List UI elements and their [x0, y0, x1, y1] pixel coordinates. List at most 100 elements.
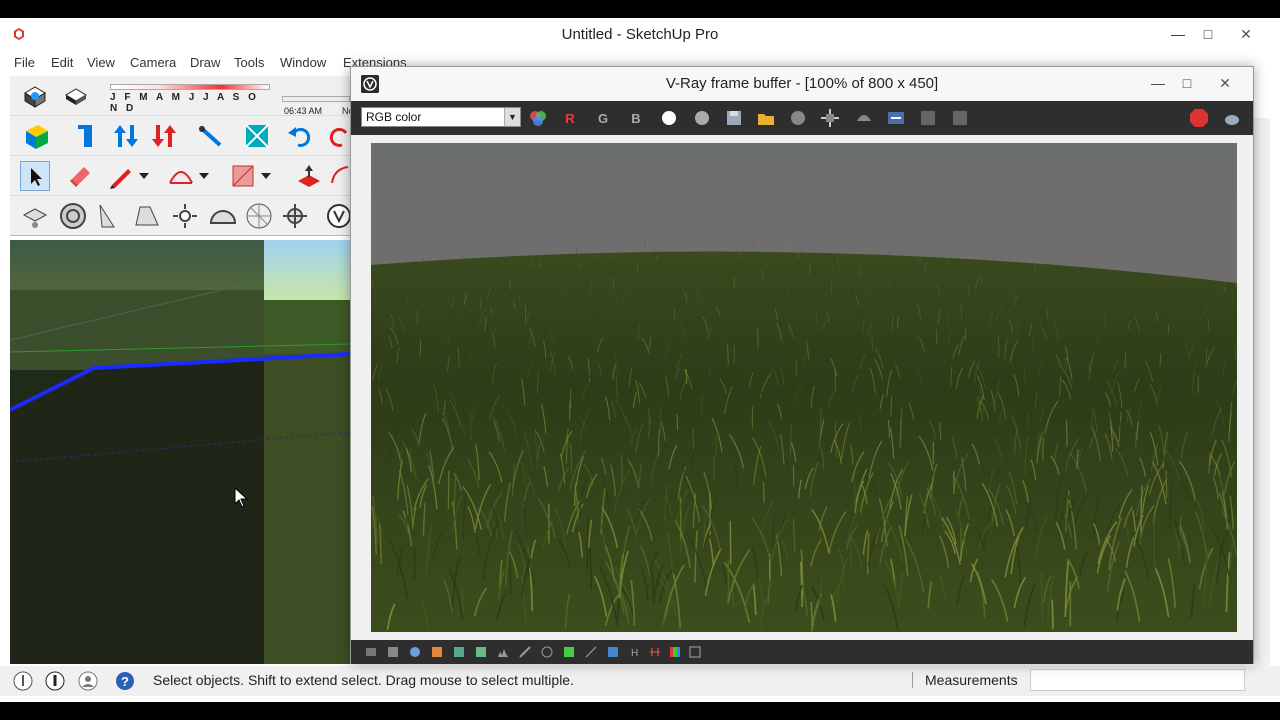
- help-icon[interactable]: ?: [114, 670, 136, 692]
- red-channel-button[interactable]: R: [559, 107, 581, 129]
- flip-red-icon[interactable]: [150, 121, 180, 151]
- menu-file[interactable]: File: [14, 55, 35, 70]
- arrow-cursor-icon: [31, 168, 42, 186]
- grass-blade: [1165, 470, 1168, 498]
- grass-blade: [583, 426, 586, 449]
- close-icon[interactable]: ✕: [1232, 22, 1260, 46]
- sketchup-viewport[interactable]: [10, 240, 350, 664]
- color-picker-icon[interactable]: [431, 646, 443, 658]
- select-tool-button[interactable]: [20, 161, 50, 191]
- offset-tool-icon[interactable]: [328, 161, 350, 191]
- green-channel-button[interactable]: G: [592, 107, 614, 129]
- history-icon[interactable]: [365, 646, 377, 658]
- menu-edit[interactable]: Edit: [51, 55, 73, 70]
- grass-blade: [789, 424, 792, 455]
- credits-icon[interactable]: [44, 670, 66, 692]
- info-icon[interactable]: [409, 646, 421, 658]
- chevron-down-icon[interactable]: [136, 161, 152, 191]
- vray-toolbar: [10, 196, 350, 236]
- vray-logo-icon[interactable]: [324, 201, 350, 231]
- chevron-down-icon[interactable]: [258, 161, 274, 191]
- stop-render-icon[interactable]: [1188, 107, 1210, 129]
- user-account-icon[interactable]: [77, 670, 99, 692]
- sketchup-titlebar: Untitled - SketchUp Pro — □ ✕: [0, 18, 1280, 52]
- maximize-icon[interactable]: □: [1194, 22, 1222, 46]
- region-render-icon[interactable]: [885, 107, 907, 129]
- measurements-label: Measurements: [925, 672, 1018, 688]
- minimize-icon[interactable]: —: [1164, 22, 1192, 46]
- geo-location-icon[interactable]: [12, 670, 34, 692]
- compare-a-icon[interactable]: [917, 107, 939, 129]
- rendered-image[interactable]: [371, 143, 1237, 632]
- duplicate-vfb-icon[interactable]: [853, 107, 875, 129]
- eraser-icon[interactable]: [60, 81, 90, 111]
- maximize-icon[interactable]: □: [1173, 71, 1201, 95]
- vray-omni-light-icon[interactable]: [94, 201, 124, 231]
- shadow-date-slider[interactable]: [110, 84, 270, 90]
- lut-icon[interactable]: [563, 646, 575, 658]
- ocio-icon[interactable]: [585, 646, 597, 658]
- alpha-channel-icon[interactable]: [658, 107, 680, 129]
- track-mouse-icon[interactable]: [819, 107, 841, 129]
- vray-sun-light-icon[interactable]: [170, 201, 200, 231]
- arc-tool-icon[interactable]: [166, 161, 196, 191]
- push-pull-blue-icon[interactable]: [72, 121, 102, 151]
- vray-sphere-light-icon[interactable]: [244, 201, 274, 231]
- pencil-tool-icon[interactable]: [106, 161, 136, 191]
- minimize-icon[interactable]: —: [1144, 71, 1172, 95]
- shadow-settings[interactable]: J F M A M J J A S O N D: [110, 84, 270, 114]
- shadow-time-slider[interactable]: [282, 96, 350, 102]
- chevron-down-icon[interactable]: [196, 161, 212, 191]
- menu-draw[interactable]: Draw: [190, 55, 220, 70]
- vray-render-icon[interactable]: [58, 201, 88, 231]
- undo-icon[interactable]: [286, 121, 316, 151]
- close-icon[interactable]: ✕: [1211, 71, 1239, 95]
- srgb-icon[interactable]: H: [629, 646, 641, 658]
- vray-dome-light-icon[interactable]: [208, 201, 238, 231]
- save-image-icon[interactable]: [723, 107, 745, 129]
- push-pull-tool-icon[interactable]: [294, 161, 324, 191]
- white-balance-icon[interactable]: [541, 646, 553, 658]
- shadow-time: 06:43 AM: [284, 106, 323, 116]
- color-bar-icon[interactable]: [669, 646, 681, 658]
- components-icon[interactable]: [22, 121, 52, 151]
- curves-icon[interactable]: [475, 646, 487, 658]
- compare-b-icon[interactable]: [949, 107, 971, 129]
- channel-select-value: RGB color: [366, 110, 422, 124]
- menu-camera[interactable]: Camera: [130, 55, 176, 70]
- levels-icon[interactable]: [453, 646, 465, 658]
- menu-view[interactable]: View: [87, 55, 115, 70]
- model-info-icon[interactable]: [20, 81, 50, 111]
- measurements-input[interactable]: [1030, 669, 1245, 691]
- move-up-down-icon[interactable]: [112, 121, 142, 151]
- monochrome-icon[interactable]: [691, 107, 713, 129]
- vray-frame-buffer-window: V-Ray frame buffer - [100% of 800 x 450]…: [350, 66, 1254, 664]
- lens-effects-icon[interactable]: [649, 646, 661, 658]
- pixel-aspect-icon[interactable]: [689, 646, 701, 658]
- icc-icon[interactable]: [607, 646, 619, 658]
- menu-tools[interactable]: Tools: [234, 55, 264, 70]
- vray-ies-light-icon[interactable]: [280, 201, 310, 231]
- color-corrections-icon[interactable]: [527, 107, 549, 129]
- channel-select[interactable]: RGB color ▼: [361, 107, 521, 127]
- grass-blade: [712, 456, 715, 479]
- load-image-icon[interactable]: [755, 107, 777, 129]
- stamp-icon[interactable]: [387, 646, 399, 658]
- clear-image-icon[interactable]: [787, 107, 809, 129]
- section-plane-icon[interactable]: [242, 121, 272, 151]
- grass-blade: [1040, 572, 1043, 621]
- eraser-tool-icon[interactable]: [66, 161, 96, 191]
- render-teapot-icon[interactable]: [1221, 107, 1243, 129]
- blue-channel-button[interactable]: B: [625, 107, 647, 129]
- grass-blade: [586, 515, 589, 570]
- histogram-icon[interactable]: [497, 646, 509, 658]
- grass-blade: [659, 405, 662, 435]
- vray-material-editor-icon[interactable]: [20, 201, 50, 231]
- grass-blade: [569, 401, 571, 420]
- tape-measure-icon[interactable]: [196, 121, 226, 151]
- menu-window[interactable]: Window: [280, 55, 326, 70]
- menu-bar: File Edit View Camera Draw Tools Window …: [0, 52, 407, 74]
- exposure-icon[interactable]: [519, 646, 531, 658]
- rectangle-tool-icon[interactable]: [228, 161, 258, 191]
- vray-spot-light-icon[interactable]: [132, 201, 162, 231]
